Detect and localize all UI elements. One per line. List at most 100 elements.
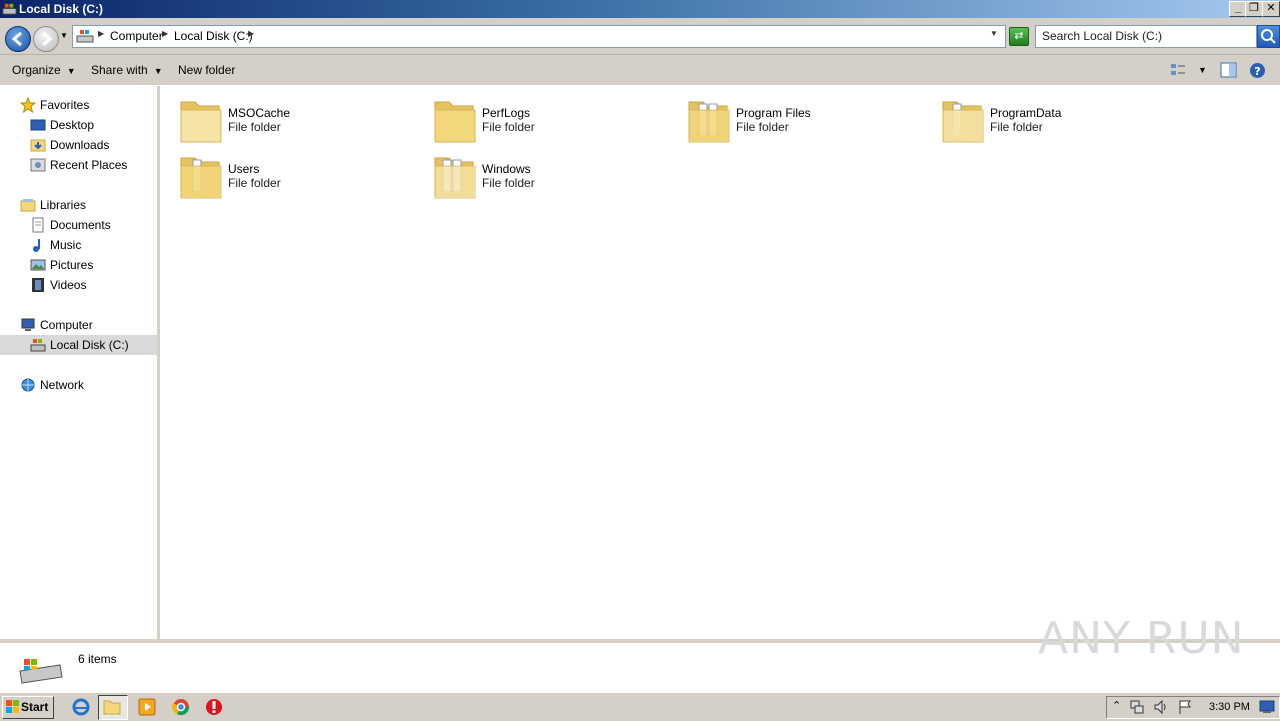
organize-button[interactable]: Organize ▼ [12,63,76,77]
file-name: ProgramData [990,106,1062,120]
chevron-down-icon: ▼ [66,66,76,76]
drive-icon [2,3,17,15]
item-count: 6 items [78,652,117,666]
videos-icon [32,278,44,292]
drive-icon [30,339,46,352]
folder-icon [180,157,222,199]
sidebar-item-label: Music [50,238,82,252]
back-button[interactable] [5,26,31,52]
folder-item[interactable]: ProgramData File folder [941,96,1195,152]
sidebar-item-pictures[interactable]: Pictures [0,255,157,275]
sidebar-item-label: Network [40,378,85,392]
sidebar-item-label: Downloads [50,138,110,152]
sidebar-item-label: Pictures [50,258,94,272]
internet-explorer-icon[interactable] [70,696,92,718]
folder-item[interactable]: PerfLogs File folder [433,96,687,152]
title-bar[interactable]: Local Disk (C:) _ ❐ ✕ [0,0,1280,18]
sidebar-item-favorites[interactable]: Favorites [0,95,157,115]
file-list: MSOCache File folder PerfLogs File folde… [160,86,1280,639]
media-player-icon[interactable] [136,696,158,718]
chevron-down-icon[interactable]: ▼ [1198,65,1207,75]
file-type: File folder [990,120,1043,134]
stop-icon[interactable] [203,696,225,718]
sidebar-item-label: Recent Places [50,158,128,172]
sidebar-item-network[interactable]: Network [0,375,157,395]
navigation-bar: ▼ ▶ Computer ▶ Local Disk (C:) ▶ ▼ ⇄ Sea… [0,18,1280,55]
view-options-icon[interactable] [1170,62,1186,78]
sidebar-item-downloads[interactable]: Downloads [0,135,157,155]
sidebar-item-recent-places[interactable]: Recent Places [0,155,157,175]
forward-button[interactable] [33,26,59,52]
svg-text:?: ? [1254,65,1260,78]
file-name: Program Files [736,106,811,120]
folder-item[interactable]: MSOCache File folder [179,96,433,152]
downloads-folder-icon [30,139,46,152]
share-with-button[interactable]: Share with ▼ [91,63,163,77]
organize-label: Organize [12,63,61,77]
sidebar-item-videos[interactable]: Videos [0,275,157,295]
file-name: Windows [482,162,531,176]
chevron-right-icon[interactable]: ▶ [248,29,254,38]
chevron-right-icon[interactable]: ▶ [162,29,168,38]
sidebar-item-libraries[interactable]: Libraries [0,195,157,215]
pictures-icon [30,259,46,271]
breadcrumb-computer[interactable]: Computer [110,29,163,43]
folder-icon [434,101,476,143]
folder-icon [688,101,730,143]
action-center-flag-icon[interactable] [1177,699,1193,715]
sidebar-item-label: Videos [50,278,87,292]
window-title: Local Disk (C:) [19,2,104,16]
network-icon [21,378,35,392]
help-icon[interactable]: ? [1249,62,1266,79]
network-status-icon[interactable] [1129,699,1145,715]
volume-icon[interactable] [1153,699,1169,715]
clock[interactable]: 3:30 PM [1209,701,1250,713]
folder-item[interactable]: Users File folder [179,152,433,208]
taskbar-explorer-button[interactable] [98,695,128,720]
file-type: File folder [482,176,535,190]
sidebar-item-computer[interactable]: Computer [0,315,157,335]
folder-icon [180,101,222,143]
sidebar-item-label: Favorites [40,98,90,112]
refresh-button[interactable]: ⇄ [1009,27,1029,46]
address-bar[interactable]: ▶ Computer ▶ Local Disk (C:) ▶ ▼ [72,25,1006,48]
chevron-up-icon[interactable]: ⌃ [1112,699,1121,712]
history-dropdown[interactable]: ▼ [60,31,68,40]
start-button[interactable]: Start [2,696,54,719]
chevron-right-icon[interactable]: ▶ [98,29,104,38]
close-button[interactable]: ✕ [1262,1,1280,17]
arrow-right-icon [42,31,53,47]
libraries-icon [20,199,36,212]
refresh-icon: ⇄ [1014,30,1024,42]
search-input[interactable]: Search Local Disk (C:) [1035,25,1257,48]
file-type: File folder [482,120,535,134]
arrow-left-icon [11,31,22,47]
folder-item[interactable]: Program Files File folder [687,96,941,152]
computer-icon [21,318,35,331]
windows-logo-icon [6,700,19,713]
sidebar-item-desktop[interactable]: Desktop [0,115,157,135]
search-button[interactable] [1257,25,1280,48]
restore-button[interactable]: ❐ [1245,1,1263,17]
chevron-down-icon[interactable]: ▼ [990,29,998,38]
search-icon [1261,29,1276,44]
file-name: MSOCache [228,106,291,120]
breadcrumb-local-disk[interactable]: Local Disk (C:) [174,29,253,43]
sidebar-item-music[interactable]: Music [0,235,157,255]
taskbar: Start ⌃ 3:30 PM [0,692,1280,721]
folder-item[interactable]: Windows File folder [433,152,687,208]
file-type: File folder [228,120,281,134]
share-with-label: Share with [91,63,148,77]
new-folder-button[interactable]: New folder [178,63,235,77]
folder-icon [942,101,984,143]
sidebar-item-documents[interactable]: Documents [0,215,157,235]
show-desktop-icon[interactable] [1259,700,1275,714]
chrome-icon[interactable] [170,696,192,718]
navigation-pane: Favorites Desktop Downloads Recent Place… [0,86,160,639]
sidebar-item-local-disk[interactable]: Local Disk (C:) [0,335,157,355]
sidebar-item-label: Libraries [40,198,87,212]
desktop-icon [30,119,46,131]
sidebar-item-label: Local Disk (C:) [50,338,129,352]
watermark: ANY RUN [1038,613,1245,664]
preview-pane-icon[interactable] [1220,62,1237,78]
